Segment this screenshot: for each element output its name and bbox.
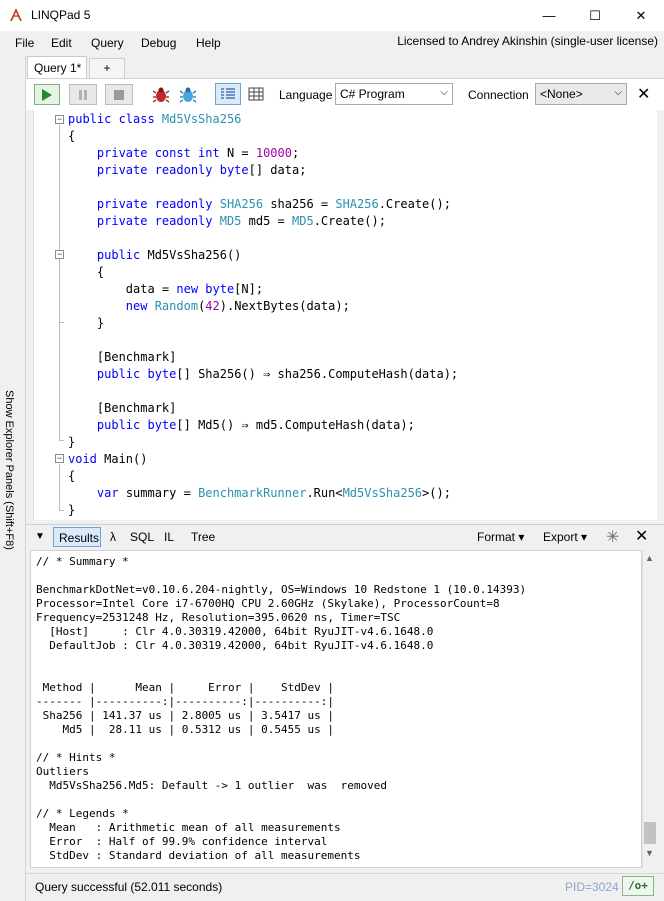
fold-toggle-icon[interactable]: − xyxy=(55,250,64,259)
results-output-panel[interactable]: // * Summary * BenchmarkDotNet=v0.10.6.2… xyxy=(30,550,642,868)
close-query-button[interactable]: ✕ xyxy=(637,84,650,104)
stop-icon xyxy=(114,89,124,100)
code-line: { xyxy=(68,129,76,143)
chevron-down-icon: ⌵ xyxy=(440,87,448,98)
close-window-button[interactable]: ✕ xyxy=(618,0,664,31)
tab-query-1[interactable]: Query 1* xyxy=(27,56,87,78)
results-output-text: // * Summary * BenchmarkDotNet=v0.10.6.2… xyxy=(36,555,527,862)
export-dropdown[interactable]: Export ▾ xyxy=(543,530,587,544)
code-line: var summary = BenchmarkRunner.Run<Md5VsS… xyxy=(96,486,451,500)
code-line: { xyxy=(68,469,76,483)
fold-guide xyxy=(59,464,60,510)
code-line: { xyxy=(68,265,105,279)
results-to-text-button[interactable] xyxy=(215,83,241,105)
tab-sql[interactable]: SQL xyxy=(130,530,154,544)
menu-debug[interactable]: Debug xyxy=(141,36,176,50)
connection-select[interactable]: <None> ⌵ xyxy=(535,83,627,105)
code-line: public byte[] Md5() ⇒ md5.ComputeHash(da… xyxy=(96,418,415,432)
code-line: [Benchmark] xyxy=(68,350,177,364)
code-line: [Benchmark] xyxy=(68,401,177,415)
tab-il[interactable]: IL xyxy=(164,530,174,544)
code-line: public class Md5VsSha256 xyxy=(68,111,241,128)
format-dropdown[interactable]: Format ▾ xyxy=(477,530,524,544)
grid-results-icon xyxy=(248,87,264,101)
connection-select-value: <None> xyxy=(540,87,583,101)
run-button[interactable] xyxy=(34,84,60,105)
debug-bug-icon-alt[interactable] xyxy=(177,84,199,106)
linqpad-logo-icon xyxy=(10,8,22,22)
language-label: Language xyxy=(279,88,333,102)
scroll-down-icon[interactable]: ▼ xyxy=(645,848,654,858)
status-message: Query successful (52.011 seconds) xyxy=(35,880,223,894)
menu-edit[interactable]: Edit xyxy=(51,36,72,50)
language-select-value: C# Program xyxy=(340,87,405,101)
pause-icon xyxy=(79,89,87,100)
code-line: private readonly SHA256 sha256 = SHA256.… xyxy=(96,197,451,211)
fold-end xyxy=(59,440,64,441)
bug-icon xyxy=(152,87,170,103)
menu-file[interactable]: File xyxy=(15,36,34,50)
language-select[interactable]: C# Program ⌵ xyxy=(335,83,453,105)
code-line: } xyxy=(68,435,76,449)
code-line: private readonly byte[] data; xyxy=(96,163,307,177)
connection-label: Connection xyxy=(468,88,529,102)
code-line: public byte[] Sha256() ⇒ sha256.ComputeH… xyxy=(96,367,459,381)
process-id: PID=3024 xyxy=(565,880,619,894)
show-explorer-panels-label[interactable]: Show Explorer Panels (Shift+F8) xyxy=(3,390,15,550)
add-tab-button[interactable]: + xyxy=(89,58,125,78)
menu-query[interactable]: Query xyxy=(91,36,124,50)
menu-help[interactable]: Help xyxy=(196,36,221,50)
pause-button[interactable] xyxy=(69,84,97,105)
scroll-thumb[interactable] xyxy=(644,822,656,844)
tab-tree[interactable]: Tree xyxy=(191,530,215,544)
close-results-button[interactable]: ✕ xyxy=(635,526,648,546)
code-line: private readonly MD5 md5 = MD5.Create(); xyxy=(96,214,386,228)
window-title: LINQPad 5 xyxy=(31,8,91,22)
spinner-icon: ✳ xyxy=(606,529,620,546)
code-line: void Main() xyxy=(68,452,148,466)
scroll-up-icon[interactable]: ▲ xyxy=(645,553,654,563)
fold-end xyxy=(59,322,64,323)
code-type: Md5VsSha256 xyxy=(161,112,242,126)
tab-lambda[interactable]: λ xyxy=(110,530,116,544)
debug-bug-icon[interactable] xyxy=(150,84,172,106)
code-line: public Md5VsSha256() xyxy=(96,248,242,262)
stop-button[interactable] xyxy=(105,84,133,105)
maximize-button[interactable]: ☐ xyxy=(572,0,618,31)
chevron-down-icon: ⌵ xyxy=(614,87,622,98)
optimize-toggle-button[interactable]: /o+ xyxy=(622,876,654,896)
fold-end xyxy=(59,510,64,511)
fold-guide xyxy=(59,260,60,322)
text-results-icon xyxy=(221,88,235,99)
code-line: private const int N = 10000; xyxy=(96,146,300,160)
minimize-button[interactable]: — xyxy=(526,0,572,31)
code-line: } xyxy=(68,503,76,517)
collapse-results-icon[interactable]: ▼ xyxy=(35,531,45,542)
code-line: } xyxy=(68,316,105,330)
tab-results[interactable]: Results xyxy=(53,527,101,547)
results-scrollbar[interactable] xyxy=(642,550,658,868)
run-icon xyxy=(42,88,52,101)
code-line: data = new byte[N]; xyxy=(68,282,264,296)
license-text: Licensed to Andrey Akinshin (single-user… xyxy=(397,34,658,48)
code-line: new Random(42).NextBytes(data); xyxy=(125,299,350,313)
bug-icon xyxy=(179,87,197,103)
fold-toggle-icon[interactable]: − xyxy=(55,454,64,463)
code-keyword: public class xyxy=(68,112,162,126)
fold-toggle-icon[interactable]: − xyxy=(55,115,64,124)
results-to-grid-button[interactable] xyxy=(245,83,267,105)
